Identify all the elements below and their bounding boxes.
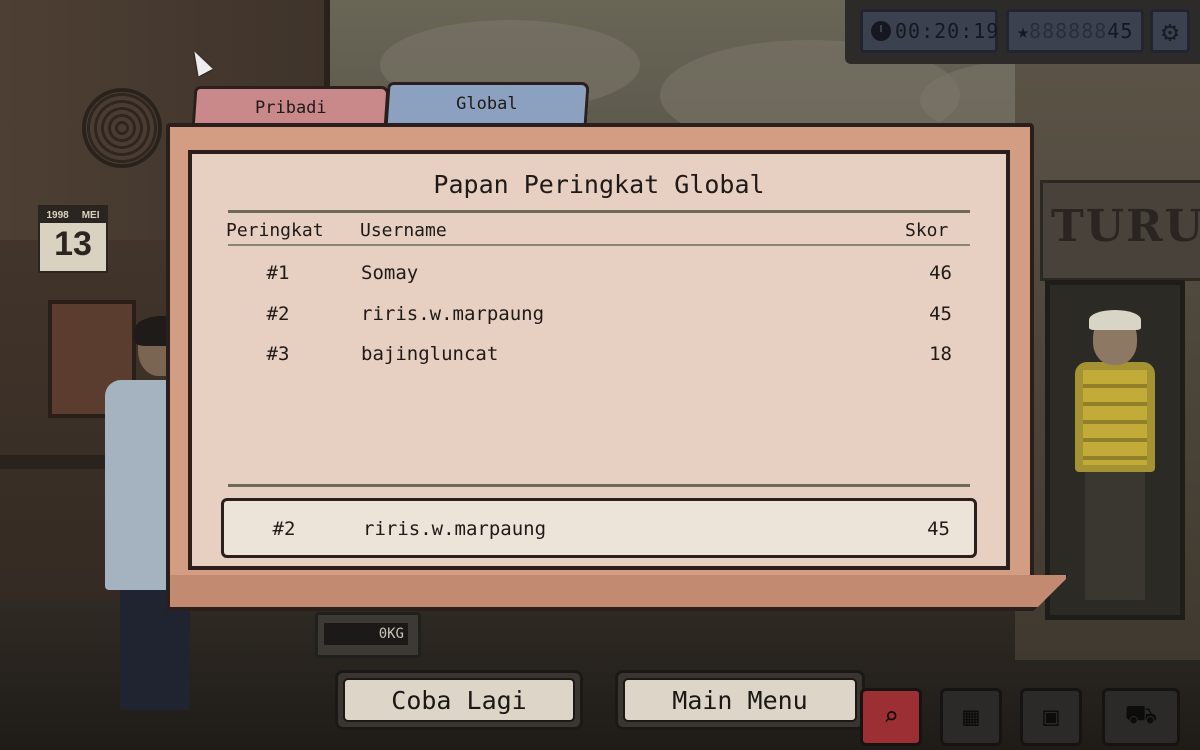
title-divider bbox=[228, 210, 970, 213]
leaderboard-row: #2 riris.w.marpaung 45 bbox=[228, 303, 970, 339]
leaderboard-row: #1 Somay 46 bbox=[228, 262, 970, 298]
security-guard-character bbox=[1075, 310, 1155, 600]
wall-fan-icon bbox=[82, 88, 162, 168]
header-divider bbox=[228, 244, 970, 246]
current-player-score: 45 bbox=[927, 518, 950, 540]
row-rank: #1 bbox=[266, 262, 290, 284]
current-player-rank: #2 bbox=[272, 518, 296, 540]
row-score: 18 bbox=[929, 343, 952, 365]
weighing-scale: 0KG bbox=[315, 612, 421, 658]
cash-register-icon: ▣ bbox=[1043, 702, 1059, 732]
retry-button-label: Coba Lagi bbox=[391, 685, 527, 715]
row-username: Somay bbox=[361, 262, 419, 284]
row-username: bajingluncat bbox=[361, 343, 499, 365]
store-sign: TURUN bbox=[1040, 180, 1200, 281]
tool-dock: ⌕ ▦ ▣ ⛟ bbox=[840, 688, 1200, 750]
row-rank: #3 bbox=[266, 343, 290, 365]
row-score: 46 bbox=[929, 262, 952, 284]
column-header-rank: Peringkat bbox=[226, 220, 324, 241]
current-player-username: riris.w.marpaung bbox=[363, 518, 547, 540]
gear-icon: ⚙ bbox=[1161, 14, 1179, 48]
calculator-icon: ▦ bbox=[963, 702, 979, 732]
star-icon: ★ bbox=[1017, 19, 1030, 43]
list-bottom-divider bbox=[228, 484, 970, 487]
row-username: riris.w.marpaung bbox=[361, 303, 545, 325]
leaderboard-row: #3 bajingluncat 18 bbox=[228, 343, 970, 379]
score-placeholder-digits: 888888 bbox=[1029, 19, 1108, 43]
score-value: 45 bbox=[1107, 19, 1134, 43]
score-display: ★ 888888 45 bbox=[1006, 9, 1144, 53]
calculator-tool-button[interactable]: ▦ bbox=[940, 688, 1002, 746]
wall-calendar: 1998 MEI 13 bbox=[38, 205, 108, 273]
cash-register-tool-button[interactable]: ▣ bbox=[1020, 688, 1082, 746]
row-rank: #2 bbox=[266, 303, 290, 325]
timer-display: 00:20:19 bbox=[860, 9, 998, 53]
magnifier-tool-button[interactable]: ⌕ bbox=[860, 688, 922, 746]
main-menu-button[interactable]: Main Menu bbox=[615, 670, 865, 730]
row-score: 45 bbox=[929, 303, 952, 325]
retry-button[interactable]: Coba Lagi bbox=[335, 670, 583, 730]
column-header-score: Skor bbox=[905, 220, 949, 241]
car-tool-button[interactable]: ⛟ bbox=[1102, 688, 1180, 746]
column-header-username: Username bbox=[360, 220, 447, 241]
clock-icon bbox=[871, 21, 891, 41]
main-menu-button-label: Main Menu bbox=[672, 685, 808, 715]
folder-lip bbox=[166, 575, 1070, 611]
magnifier-icon: ⌕ bbox=[883, 702, 899, 732]
car-icon: ⛟ bbox=[1124, 700, 1158, 730]
current-player-row: #2 riris.w.marpaung 45 bbox=[221, 498, 977, 558]
leaderboard-title: Papan Peringkat Global bbox=[433, 170, 765, 199]
settings-button[interactable]: ⚙ bbox=[1150, 9, 1190, 53]
timer-value: 00:20:19 bbox=[895, 19, 1000, 43]
